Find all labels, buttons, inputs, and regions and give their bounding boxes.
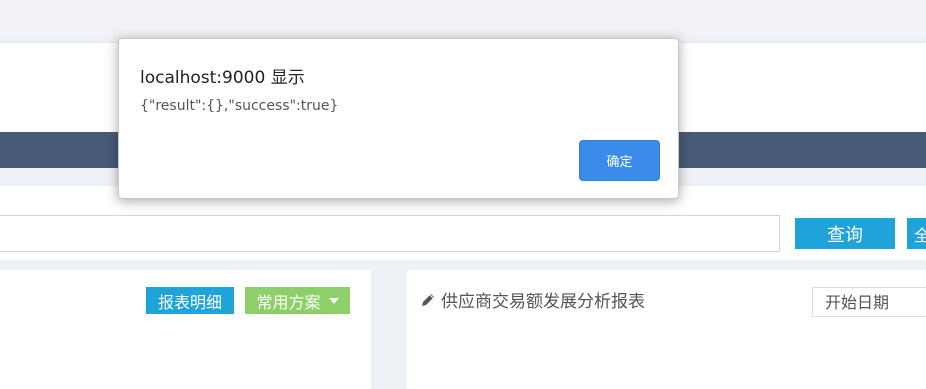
report-detail-button[interactable]: 报表明细 [146,287,234,314]
common-scheme-dropdown[interactable]: 常用方案 [245,287,350,314]
top-strip [0,0,926,36]
report-title-text: 供应商交易额发展分析报表 [441,292,645,312]
report-title: 供应商交易额发展分析报表 [420,287,645,312]
query-button[interactable]: 查询 [795,218,895,249]
ok-button[interactable]: 确定 [579,140,660,181]
alert-dialog: localhost:9000 显示 {"result":{},"success"… [118,38,679,199]
caret-down-icon [328,297,339,304]
secondary-button[interactable]: 全 [907,218,926,249]
start-date-input[interactable] [812,287,926,317]
dialog-title: localhost:9000 显示 [140,68,305,88]
common-scheme-label: 常用方案 [256,292,321,312]
dialog-message: {"result":{},"success":true} [140,98,339,114]
search-input[interactable] [0,215,780,252]
pencil-icon [422,293,434,306]
